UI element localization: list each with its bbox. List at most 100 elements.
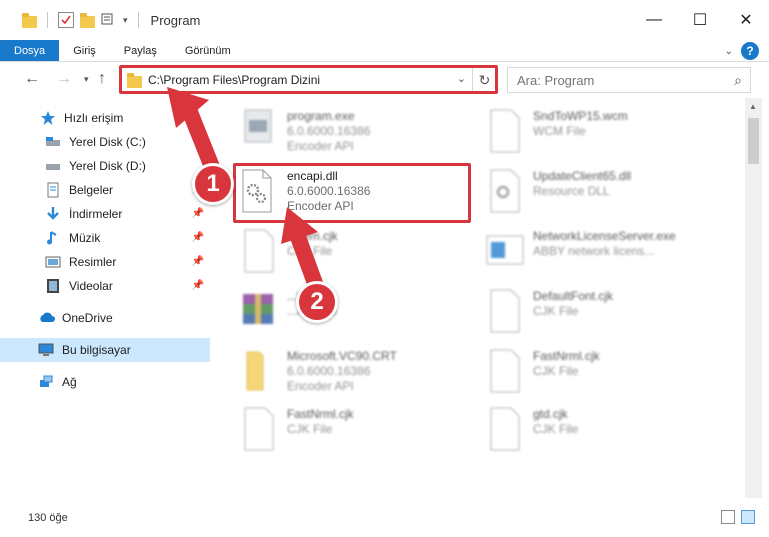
file-type: CJK File <box>287 244 333 258</box>
file-item-encapi[interactable]: encapi.dll 6.0.6000.16386 Encoder API <box>237 166 477 222</box>
file-name: DefaultFont.cjk <box>533 289 614 303</box>
file-item[interactable]: gtd.cjk CJK File <box>483 404 723 460</box>
sidebar-item-documents[interactable]: Belgeler 📌 <box>0 178 210 202</box>
sidebar-item-label: Yerel Disk (C:) <box>69 135 146 149</box>
file-name: SndToWP15.wcm <box>533 109 628 123</box>
file-item[interactable]: ...tes.cab...Archive <box>237 286 477 342</box>
address-path[interactable]: C:\Program Files\Program Dizini <box>148 73 320 87</box>
file-icon <box>483 404 527 454</box>
recent-locations-icon[interactable]: ▾ <box>84 74 89 85</box>
sidebar-item-local-disk-c[interactable]: Yerel Disk (C:) <box>0 130 210 154</box>
sidebar-item-label: Bu bilgisayar <box>62 343 131 357</box>
file-icon <box>483 346 527 396</box>
sidebar-item-downloads[interactable]: İndirmeler 📌 <box>0 202 210 226</box>
file-description: Encoder API <box>287 379 354 393</box>
sidebar-item-label: Yerel Disk (D:) <box>69 159 146 173</box>
pin-icon[interactable]: 📌 <box>192 280 204 291</box>
pin-icon[interactable]: 📌 <box>192 256 204 267</box>
close-button[interactable]: ✕ <box>723 0 769 40</box>
pin-icon[interactable]: 📌 <box>192 208 204 219</box>
sidebar-item-label: Videolar <box>69 279 113 293</box>
download-icon <box>45 206 61 222</box>
file-item[interactable]: ...sem.cjk CJK File <box>237 226 477 282</box>
details-view-icon[interactable] <box>721 510 735 524</box>
file-type: Resource DLL <box>533 184 610 198</box>
sidebar-item-quick-access[interactable]: Hızlı erişim <box>0 106 210 130</box>
navigation-bar: ← → ▾ ↑ C:\Program Files\Program Dizini … <box>0 62 769 98</box>
maximize-button[interactable]: ☐ <box>677 0 723 40</box>
pictures-icon <box>45 254 61 270</box>
file-type: CJK File <box>533 364 579 378</box>
file-name: ...sem.cjk <box>287 229 338 243</box>
vertical-scrollbar[interactable]: ▲ <box>745 98 762 498</box>
documents-icon <box>45 182 61 198</box>
forward-button[interactable]: → <box>56 70 72 88</box>
file-item[interactable]: DefaultFont.cjk CJK File <box>483 286 723 342</box>
tab-view[interactable]: Görünüm <box>171 40 245 61</box>
sidebar-item-videos[interactable]: Videolar 📌 <box>0 274 210 298</box>
expand-ribbon-icon[interactable]: ⌄ <box>725 46 733 57</box>
file-item[interactable]: NetworkLicenseServer.exe ABBY network lic… <box>483 226 723 282</box>
search-icon[interactable]: ⌕ <box>734 72 742 89</box>
file-item[interactable]: UpdateClient65.dll Resource DLL <box>483 166 723 222</box>
divider <box>137 12 139 28</box>
search-input[interactable] <box>517 72 717 88</box>
address-dropdown-icon[interactable]: ⌄ <box>457 72 466 85</box>
search-box[interactable]: ⌕ <box>507 67 751 93</box>
window-controls: — ☐ ✕ <box>631 0 769 40</box>
view-options-icon[interactable] <box>101 12 117 28</box>
file-type: CJK File <box>533 304 579 318</box>
sidebar-item-music[interactable]: Müzik 📌 <box>0 226 210 250</box>
new-folder-icon[interactable] <box>80 13 95 28</box>
sidebar-item-network[interactable]: Ağ <box>0 370 210 394</box>
properties-icon[interactable] <box>58 12 74 28</box>
ribbon-right: ⌄ ? <box>725 42 759 60</box>
file-version: 6.0.6000.16386 <box>287 184 371 198</box>
file-icon <box>483 106 527 156</box>
sidebar-item-local-disk-d[interactable]: Yerel Disk (D:) <box>0 154 210 178</box>
file-name: gtd.cjk <box>533 407 568 421</box>
sidebar-item-label: Belgeler <box>69 183 114 197</box>
file-type: CJK File <box>533 422 579 436</box>
view-buttons <box>721 510 755 524</box>
file-type: CJK File <box>287 422 333 436</box>
sidebar-item-label: Hızlı erişim <box>64 111 124 125</box>
minimize-button[interactable]: — <box>631 0 677 40</box>
videos-icon <box>45 278 61 294</box>
tab-home[interactable]: Giriş <box>59 40 110 61</box>
file-description: Encoder API <box>287 199 354 213</box>
file-name: encapi.dll <box>287 169 338 183</box>
sidebar-item-pictures[interactable]: Resimler 📌 <box>0 250 210 274</box>
file-version: 6.0.6000.16386 <box>287 364 371 378</box>
sidebar-item-label: Resimler <box>69 255 117 269</box>
exe-file-icon <box>237 106 281 156</box>
customize-qat-icon[interactable]: ▾ <box>123 15 128 26</box>
scroll-thumb[interactable] <box>748 118 759 164</box>
music-icon <box>45 230 61 246</box>
address-bar[interactable]: C:\Program Files\Program Dizini ⌄ ↻ <box>119 67 497 93</box>
file-description: ABBY network licens... <box>533 244 655 258</box>
back-button[interactable]: ← <box>24 70 40 88</box>
sidebar-item-this-pc[interactable]: Bu bilgisayar <box>0 338 210 362</box>
divider <box>47 12 48 28</box>
sidebar-item-label: İndirmeler <box>69 207 123 221</box>
up-button[interactable]: ↑ <box>98 70 106 88</box>
file-item[interactable]: program.exe 6.0.6000.16386 Encoder API <box>237 106 477 162</box>
sidebar-item-onedrive[interactable]: OneDrive <box>0 306 210 330</box>
tab-file[interactable]: Dosya <box>0 40 60 61</box>
file-item[interactable]: Microsoft.VC90.CRT 6.0.6000.16386 Encoder … <box>237 346 477 402</box>
file-name: UpdateClient65.dll <box>533 169 632 183</box>
file-item[interactable]: FastNrml.cjk CJK File <box>237 404 477 460</box>
file-item[interactable]: FastNrml.cjk CJK File <box>483 346 723 402</box>
scroll-up-icon[interactable]: ▲ <box>749 102 757 111</box>
sidebar-item-label: Müzik <box>69 231 101 245</box>
file-item[interactable]: SndToWP15.wcm WCM File <box>483 106 723 162</box>
large-icons-view-icon[interactable] <box>741 510 755 524</box>
sidebar-item-label: Ağ <box>62 375 77 389</box>
file-version: 6.0.6000.16386 <box>287 124 371 138</box>
refresh-icon[interactable]: ↻ <box>472 68 496 92</box>
pin-icon[interactable]: 📌 <box>192 232 204 243</box>
file-name: FastNrml.cjk <box>287 407 354 421</box>
help-button[interactable]: ? <box>741 42 759 60</box>
tab-share[interactable]: Paylaş <box>110 40 171 61</box>
